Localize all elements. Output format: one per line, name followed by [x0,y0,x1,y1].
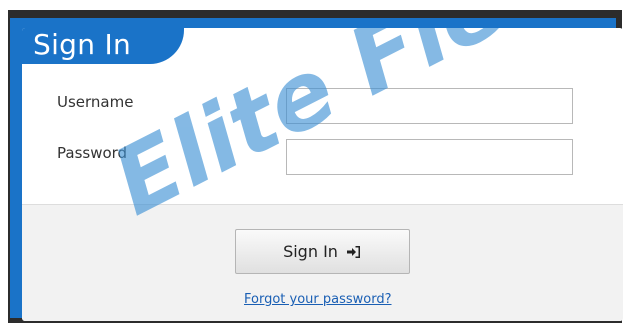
password-input[interactable] [286,139,573,175]
username-input[interactable] [286,88,573,124]
signin-form: Username Password [22,64,623,204]
signin-button-label: Sign In [283,242,338,261]
signin-panel: Sign In Username Password Sign In Forgot… [22,28,623,321]
screen: Sign In Username Password Sign In Forgot… [0,0,628,325]
username-label: Username [57,93,134,111]
page-title: Sign In [33,28,132,61]
panel-accent-left [10,18,22,318]
sign-in-icon [346,245,360,258]
password-label: Password [57,144,128,162]
forgot-password-link[interactable]: Forgot your password? [244,292,392,307]
signin-button[interactable]: Sign In [235,229,410,274]
form-footer: Sign In Forgot your password? [22,204,623,321]
panel-header-tab: Sign In [22,28,184,64]
